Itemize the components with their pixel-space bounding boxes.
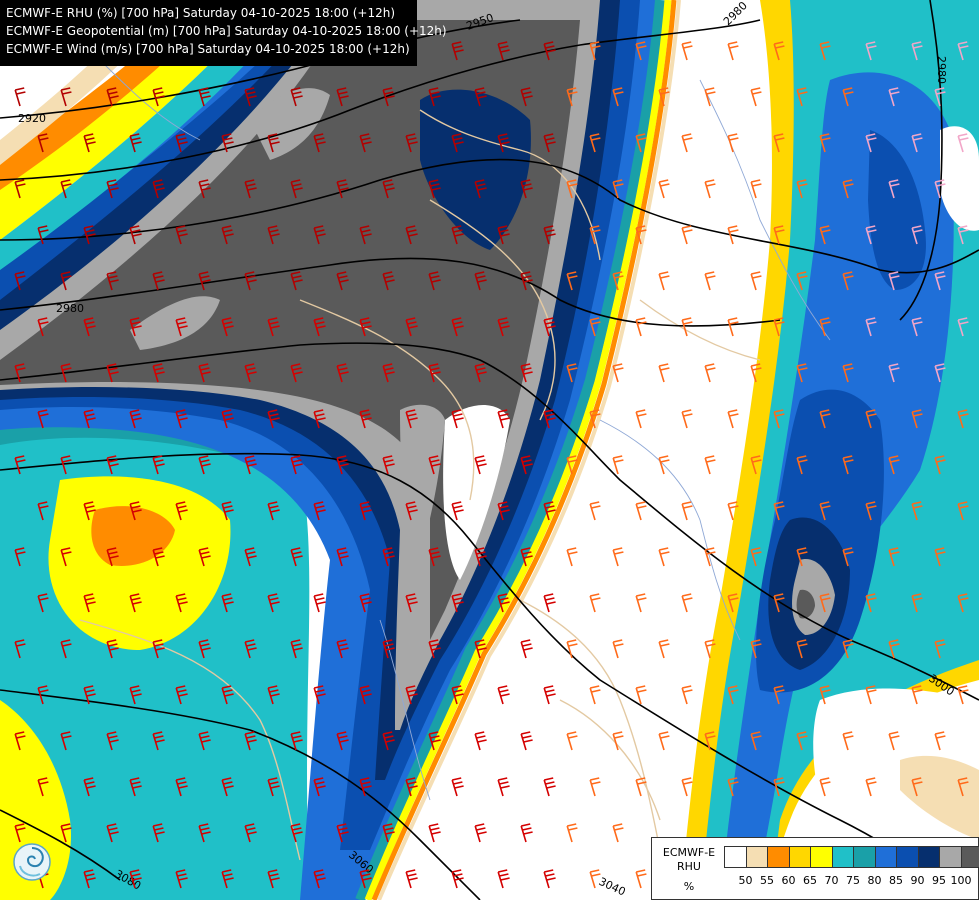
weather-map: 2920 2950 2980 2980 2980 3000 3040 3060 …	[0, 0, 979, 900]
legend-swatch	[897, 847, 919, 867]
legend-tick-label: 80	[867, 874, 882, 887]
legend-swatch	[746, 847, 768, 867]
legend-title: ECMWF-E RHU	[656, 846, 722, 874]
legend-swatch	[961, 847, 979, 867]
map-title-box: ECMWF-E RHU (%) [700 hPa] Saturday 04-10…	[0, 0, 447, 66]
ecmwf-swirl-logo-icon	[13, 843, 51, 881]
rhu-legend: ECMWF-E RHU % 50 55 60 65 70 75 80 85 90 95 100	[651, 837, 979, 900]
legend-tick-label: 95	[932, 874, 946, 887]
legend-swatch	[940, 847, 962, 867]
legend-swatch	[854, 847, 876, 867]
legend-tick-label: 60	[781, 874, 796, 887]
legend-swatch	[768, 847, 790, 867]
legend-tick-label: 90	[910, 874, 925, 887]
legend-tick-label: 75	[846, 874, 860, 887]
legend-swatch	[811, 847, 833, 867]
legend-model: ECMWF-E	[662, 846, 716, 859]
legend-swatch	[832, 847, 854, 867]
legend-variable: RHU	[677, 860, 701, 873]
legend-swatch	[789, 847, 811, 867]
legend-tick-label: 85	[889, 874, 903, 887]
legend-swatch	[918, 847, 940, 867]
contour-label: 2980	[56, 302, 84, 315]
legend-tick-label: 55	[760, 874, 774, 887]
legend-tick-label: 100	[950, 874, 972, 887]
contour-label: 2920	[18, 112, 46, 125]
legend-tick-label: 70	[824, 874, 839, 887]
title-geopotential: ECMWF-E Geopotential (m) [700 hPa] Satur…	[6, 24, 447, 38]
legend-tick-label: 50	[738, 874, 753, 887]
title-wind: ECMWF-E Wind (m/s) [700 hPa] Saturday 04…	[6, 42, 410, 56]
title-rhu: ECMWF-E RHU (%) [700 hPa] Saturday 04-10…	[6, 6, 396, 20]
legend-unit: %	[683, 880, 695, 893]
legend-swatch	[725, 847, 747, 867]
legend-tick-label: 65	[803, 874, 817, 887]
legend-swatch	[875, 847, 897, 867]
legend-color-scale	[724, 846, 979, 868]
contour-label: 2980	[935, 56, 948, 84]
legend-ticks: 50 55 60 65 70 75 80 85 90 95 100	[724, 874, 974, 888]
